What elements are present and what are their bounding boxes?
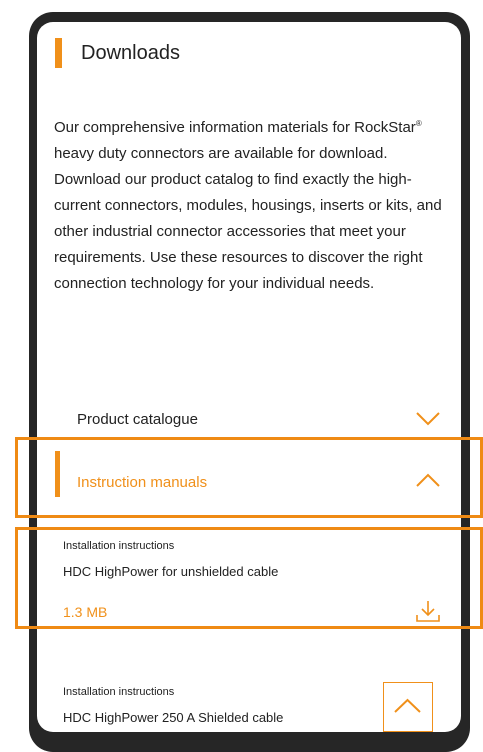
accordion-label: Product catalogue bbox=[77, 411, 198, 428]
intro-text-part: heavy duty connectors are available for … bbox=[54, 145, 442, 292]
intro-text-part: Our comprehensive information materials … bbox=[54, 119, 416, 136]
page-title: Downloads bbox=[81, 42, 180, 64]
registered-mark: ® bbox=[415, 119, 422, 128]
scroll-to-top-button[interactable] bbox=[383, 682, 433, 732]
intro-text: Our comprehensive information materials … bbox=[54, 111, 454, 297]
download-title[interactable]: HDC HighPower 250 A Shielded cable bbox=[63, 710, 283, 725]
chevron-down-icon[interactable] bbox=[415, 411, 441, 427]
chevron-up-icon bbox=[394, 698, 421, 713]
highlight-box bbox=[15, 437, 483, 518]
download-category: Installation instructions bbox=[63, 686, 175, 698]
highlight-box bbox=[15, 527, 483, 629]
header-accent-bar bbox=[55, 38, 62, 68]
